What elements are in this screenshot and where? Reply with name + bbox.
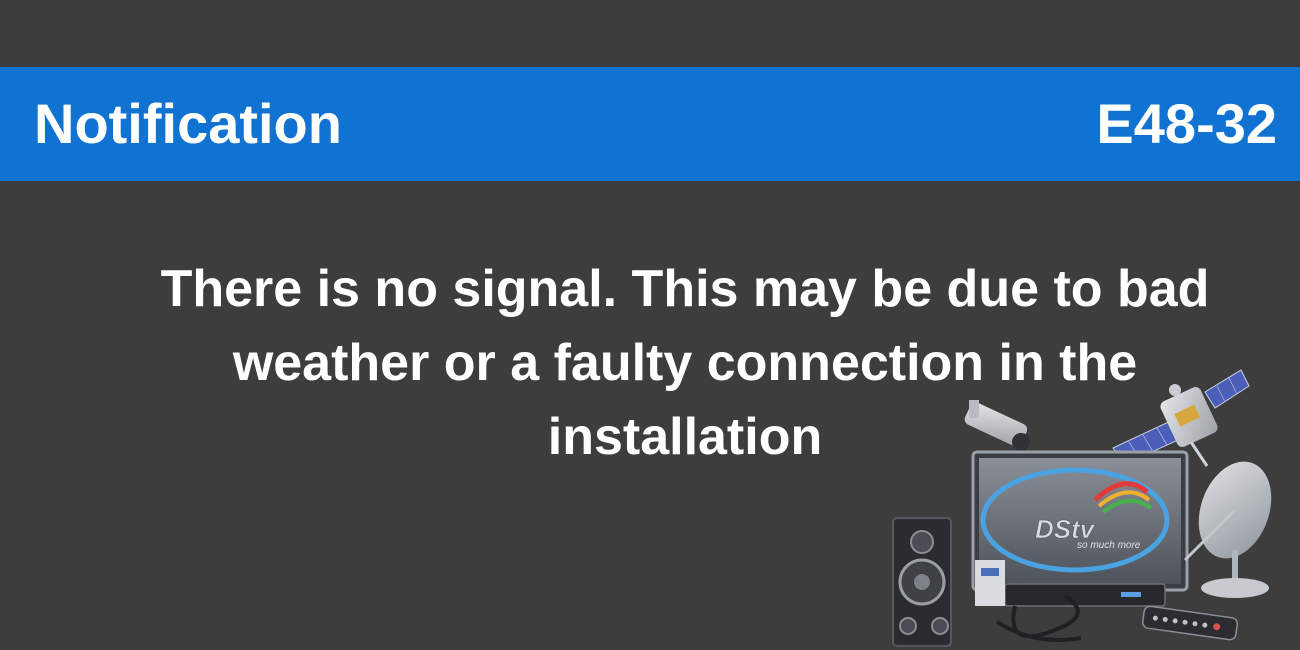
notification-banner: Notification E48-32	[0, 67, 1300, 181]
error-code: E48-32	[1096, 92, 1277, 155]
speaker-icon	[892, 517, 952, 647]
cctv-camera-icon	[964, 400, 1030, 451]
remote-control-icon	[1141, 605, 1239, 641]
tv-icon: DStv so much more	[971, 450, 1189, 592]
satellite-dish-icon	[1183, 461, 1272, 598]
notification-title: Notification	[34, 92, 342, 155]
dstv-tagline: so much more	[1077, 540, 1141, 551]
equipment-illustration: DStv so much more	[892, 369, 1272, 647]
